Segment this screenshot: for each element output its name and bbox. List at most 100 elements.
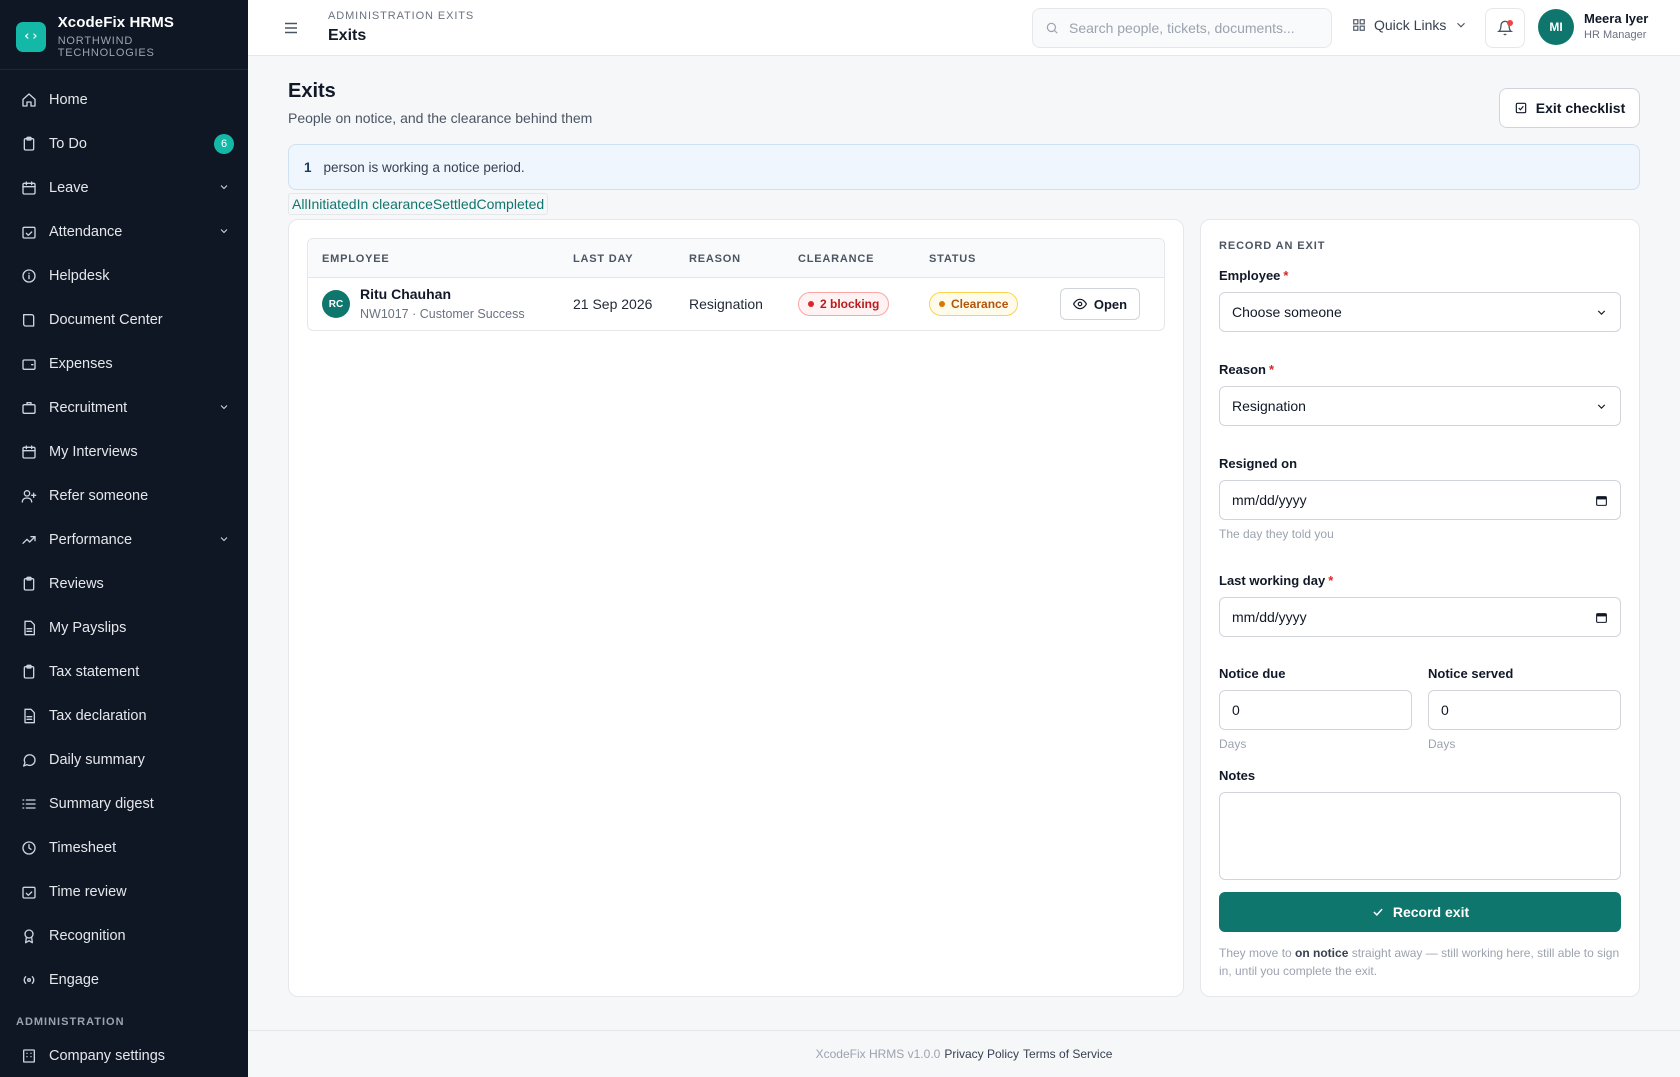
sidebar-item-my-interviews[interactable]: My Interviews — [0, 430, 248, 474]
reason-select[interactable]: Resignation — [1219, 386, 1621, 426]
sidebar-item-performance[interactable]: Performance — [0, 518, 248, 562]
sidebar-item-leave[interactable]: Leave — [0, 166, 248, 210]
resigned-on-date-input[interactable]: mm/dd/yyyy — [1219, 480, 1621, 520]
header-title: Exits — [328, 27, 367, 44]
tab-in-clearance[interactable]: In clearance — [357, 196, 433, 212]
list-icon — [20, 796, 37, 813]
sidebar-item-label: Recognition — [49, 928, 126, 944]
chevron-down-icon[interactable] — [218, 181, 230, 193]
tab-completed[interactable]: Completed — [476, 196, 544, 212]
status-badge: Clearance — [929, 292, 1019, 316]
grid-icon — [1353, 19, 1365, 31]
tab-settled[interactable]: Settled — [433, 196, 477, 212]
open-button-label: Open — [1093, 296, 1128, 312]
clipboard-icon — [20, 664, 37, 681]
search-input[interactable] — [1069, 20, 1319, 36]
sidebar-item-reviews[interactable]: Reviews — [0, 562, 248, 606]
info-icon — [20, 268, 37, 285]
sidebar-item-tax-declaration[interactable]: Tax declaration — [0, 694, 248, 738]
terms-of-service-link[interactable]: Terms of Service — [1023, 1047, 1112, 1061]
check-icon — [1373, 908, 1383, 916]
sidebar-item-recognition[interactable]: Recognition — [0, 914, 248, 958]
calendar-check-icon — [20, 224, 37, 241]
user-role: HR Manager — [1584, 29, 1647, 41]
chevron-down-icon[interactable] — [218, 401, 230, 413]
exit-checklist-button[interactable]: Exit checklist — [1499, 88, 1640, 128]
sidebar-item-expenses[interactable]: Expenses — [0, 342, 248, 386]
sidebar-item-home[interactable]: Home — [0, 78, 248, 122]
sidebar-item-recruitment[interactable]: Recruitment — [0, 386, 248, 430]
clearance-badge: 2 blocking — [798, 292, 890, 316]
sidebar-item-time-review[interactable]: Time review — [0, 870, 248, 914]
last-working-day-date-input[interactable]: mm/dd/yyyy — [1219, 597, 1621, 637]
sidebar-item-company-settings[interactable]: Company settings — [0, 1034, 248, 1077]
notes-textarea[interactable] — [1219, 792, 1621, 880]
sidebar-item-label: Attendance — [49, 224, 123, 240]
resigned-on-placeholder: mm/dd/yyyy — [1232, 492, 1307, 508]
breadcrumb: ADMINISTRATION EXITS — [328, 10, 475, 22]
sidebar-item-document-center[interactable]: Document Center — [0, 298, 248, 342]
calendar-icon[interactable] — [1595, 494, 1608, 507]
sidebar-item-label: Document Center — [49, 312, 163, 328]
home-icon — [20, 92, 37, 109]
sidebar-item-tax-statement[interactable]: Tax statement — [0, 650, 248, 694]
resigned-on-label: Resigned on — [1219, 456, 1298, 471]
calendar-check-icon — [20, 884, 37, 901]
table-row[interactable]: RC Ritu Chauhan NW1017 · Customer Succes… — [308, 278, 1164, 330]
tab-all[interactable]: All — [292, 196, 308, 212]
sidebar-item-timesheet[interactable]: Timesheet — [0, 826, 248, 870]
clipboard-icon — [20, 136, 37, 153]
notice-text: person is working a notice period. — [323, 159, 525, 175]
last-day-value: 21 Sep 2026 — [573, 296, 653, 312]
calendar-icon[interactable] — [1595, 611, 1608, 624]
sidebar-item-refer-someone[interactable]: Refer someone — [0, 474, 248, 518]
privacy-policy-link[interactable]: Privacy Policy — [944, 1047, 1019, 1061]
user-name[interactable]: Meera Iyer — [1584, 11, 1648, 26]
notice-count: 1 — [304, 159, 312, 175]
chevron-down-icon[interactable] — [218, 225, 230, 237]
open-button[interactable]: Open — [1060, 288, 1140, 320]
sidebar-item-daily-summary[interactable]: Daily summary — [0, 738, 248, 782]
hamburger-menu-icon[interactable] — [282, 19, 300, 37]
chevron-down-icon[interactable] — [218, 533, 230, 545]
sidebar-item-helpdesk[interactable]: Helpdesk — [0, 254, 248, 298]
employee-label: Employee * — [1219, 268, 1289, 283]
notice-due-input[interactable]: 0 — [1219, 690, 1412, 730]
sidebar-item-label: Performance — [49, 532, 133, 548]
broadcast-icon — [20, 972, 37, 989]
sidebar-item-label: Daily summary — [49, 752, 145, 768]
sidebar-item-to-do[interactable]: To Do 6 — [0, 122, 248, 166]
status-dot — [939, 301, 945, 307]
sidebar-item-engage[interactable]: Engage — [0, 958, 248, 1002]
sidebar-item-label: Engage — [49, 972, 99, 988]
user-avatar[interactable]: MI — [1538, 9, 1574, 45]
record-exit-label: Record exit — [1392, 904, 1470, 920]
brand[interactable]: ‹› XcodeFix HRMS NORTHWIND TECHNOLOGIES — [0, 0, 248, 70]
exits-table-card: EMPLOYEE LAST DAY REASON CLEARANCE STATU… — [288, 219, 1184, 997]
sidebar-item-label: Time review — [49, 884, 127, 900]
award-icon — [20, 928, 37, 945]
brand-subtitle: NORTHWIND TECHNOLOGIES — [57, 35, 155, 59]
sidebar-item-attendance[interactable]: Attendance — [0, 210, 248, 254]
form-note: They move to on notice straight away — s… — [1219, 946, 1620, 978]
sidebar-item-label: Leave — [49, 180, 89, 196]
clock-icon — [20, 840, 37, 857]
reason-value: Resignation — [689, 296, 763, 312]
notifications-button[interactable] — [1485, 8, 1525, 48]
tab-initiated[interactable]: Initiated — [308, 196, 357, 212]
exits-table: EMPLOYEE LAST DAY REASON CLEARANCE STATU… — [307, 238, 1165, 331]
quick-links-button[interactable]: Quick Links — [1352, 17, 1468, 33]
chevron-down-icon — [1597, 404, 1606, 409]
calendar-icon — [20, 444, 37, 461]
trending-up-icon — [20, 532, 37, 549]
employee-select[interactable]: Choose someone — [1219, 292, 1621, 332]
sidebar-item-my-payslips[interactable]: My Payslips — [0, 606, 248, 650]
record-exit-button[interactable]: Record exit — [1219, 892, 1621, 932]
notice-served-input[interactable]: 0 — [1428, 690, 1621, 730]
sidebar: ‹› XcodeFix HRMS NORTHWIND TECHNOLOGIES … — [0, 0, 248, 1077]
employee-name[interactable]: Ritu Chauhan — [360, 286, 451, 302]
sidebar-item-label: My Payslips — [49, 620, 127, 636]
global-search[interactable] — [1032, 8, 1332, 48]
last-working-day-placeholder: mm/dd/yyyy — [1232, 609, 1307, 625]
sidebar-item-summary-digest[interactable]: Summary digest — [0, 782, 248, 826]
